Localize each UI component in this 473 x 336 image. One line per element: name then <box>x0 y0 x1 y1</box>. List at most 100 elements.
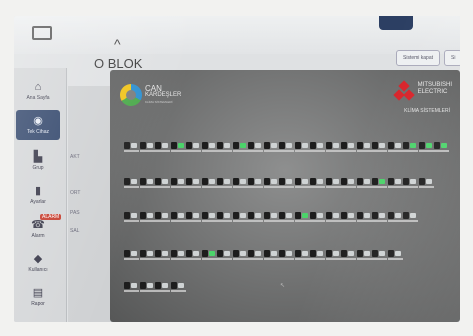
indoor-unit-icon[interactable] <box>341 250 357 261</box>
indoor-unit-icon[interactable] <box>325 142 342 153</box>
indoor-unit-icon[interactable] <box>139 178 156 189</box>
indoor-unit-icon[interactable] <box>139 282 156 293</box>
indoor-unit-icon[interactable] <box>310 142 326 153</box>
indoor-unit-icon[interactable] <box>186 212 202 223</box>
sidebar-item-device[interactable]: ◉ Tek Cihaz <box>16 110 60 140</box>
indoor-unit-icon[interactable] <box>170 212 187 223</box>
sidebar-item-report[interactable]: ▤ Rapor <box>16 282 60 312</box>
indoor-unit-icon[interactable] <box>294 178 311 189</box>
indoor-unit-icon[interactable] <box>124 178 140 189</box>
indoor-unit-icon[interactable] <box>186 250 202 261</box>
sidebar-item-label: Alarm <box>31 232 45 239</box>
indoor-unit-icon[interactable] <box>356 142 373 153</box>
top-menu-button[interactable] <box>379 16 413 30</box>
indoor-unit-icon[interactable] <box>232 250 249 261</box>
indoor-unit-icon[interactable] <box>201 212 218 223</box>
indoor-unit-icon[interactable] <box>263 212 280 223</box>
unit-row <box>124 142 454 156</box>
indoor-unit-icon[interactable] <box>186 178 202 189</box>
indoor-unit-icon[interactable] <box>155 178 171 189</box>
sidebar-item-alarm[interactable]: ALARM ☎ Alarm <box>16 214 62 244</box>
indoor-unit-icon[interactable] <box>248 142 264 153</box>
indoor-unit-icon[interactable] <box>263 178 280 189</box>
indoor-unit-icon[interactable] <box>139 250 156 261</box>
indoor-unit-icon[interactable] <box>201 250 218 261</box>
indoor-unit-icon[interactable] <box>310 212 326 223</box>
indoor-unit-icon[interactable] <box>248 250 264 261</box>
indoor-unit-icon[interactable] <box>139 142 156 153</box>
indoor-unit-icon[interactable] <box>279 250 295 261</box>
indoor-unit-icon[interactable] <box>124 250 140 261</box>
indoor-unit-icon[interactable] <box>124 212 140 223</box>
indoor-unit-icon[interactable] <box>418 178 435 189</box>
indoor-unit-icon[interactable] <box>372 178 388 189</box>
indoor-unit-icon[interactable] <box>170 178 187 189</box>
indoor-unit-icon[interactable] <box>387 178 404 189</box>
indoor-unit-icon[interactable] <box>155 142 171 153</box>
indoor-unit-icon[interactable] <box>372 142 388 153</box>
indoor-unit-icon[interactable] <box>232 212 249 223</box>
indoor-unit-icon[interactable] <box>294 250 311 261</box>
indoor-unit-icon[interactable] <box>232 178 249 189</box>
indoor-unit-icon[interactable] <box>217 250 233 261</box>
system-off-button[interactable]: Sistemi kapat <box>396 50 441 66</box>
indoor-unit-icon[interactable] <box>232 142 249 153</box>
indoor-unit-icon[interactable] <box>403 212 419 223</box>
indoor-unit-icon[interactable] <box>170 282 187 293</box>
indoor-unit-icon[interactable] <box>155 282 171 293</box>
indoor-unit-icon[interactable] <box>356 212 373 223</box>
indoor-unit-icon[interactable] <box>248 212 264 223</box>
indoor-unit-icon[interactable] <box>201 178 218 189</box>
indoor-unit-icon[interactable] <box>124 142 140 153</box>
indoor-unit-icon[interactable] <box>248 178 264 189</box>
system-button[interactable]: Si <box>444 50 460 66</box>
indoor-unit-icon[interactable] <box>325 178 342 189</box>
indoor-unit-icon[interactable] <box>124 282 140 293</box>
indoor-unit-icon[interactable] <box>387 212 404 223</box>
indoor-unit-icon[interactable] <box>403 178 419 189</box>
indoor-unit-icon[interactable] <box>372 212 388 223</box>
sidebar-item-user[interactable]: ◆ Kullanıcı <box>16 248 60 278</box>
mitsubishi-name-1: MITSUBISHI <box>417 82 452 88</box>
indoor-unit-icon[interactable] <box>294 212 311 223</box>
indoor-unit-icon[interactable] <box>170 250 187 261</box>
indoor-unit-icon[interactable] <box>434 142 450 153</box>
indoor-unit-icon[interactable] <box>310 250 326 261</box>
indoor-unit-icon[interactable] <box>403 142 419 153</box>
indoor-unit-icon[interactable] <box>279 178 295 189</box>
indoor-unit-icon[interactable] <box>341 212 357 223</box>
sidebar-item-group[interactable]: ▙ Grup <box>16 146 60 176</box>
indoor-unit-icon[interactable] <box>325 250 342 261</box>
floor-plan: CAN KARDEŞLER KLİMA SİSTEMLERİ MITSUBISH… <box>110 70 460 322</box>
indoor-unit-icon[interactable] <box>418 142 435 153</box>
indoor-unit-icon[interactable] <box>139 212 156 223</box>
indoor-unit-icon[interactable] <box>341 178 357 189</box>
mitsubishi-logo-icon <box>392 80 415 101</box>
indoor-unit-icon[interactable] <box>325 212 342 223</box>
indoor-unit-icon[interactable] <box>279 212 295 223</box>
can-name-1: CAN <box>145 83 162 93</box>
photo-frame: ^ O BLOK Sistemi kapat Si ⌂ Ana Sayfa ◉ … <box>14 16 460 322</box>
chevron-up-icon[interactable]: ^ <box>114 36 121 52</box>
indoor-unit-icon[interactable] <box>155 212 171 223</box>
indoor-unit-icon[interactable] <box>310 178 326 189</box>
sidebar-item-home[interactable]: ⌂ Ana Sayfa <box>16 76 60 106</box>
indoor-unit-icon[interactable] <box>387 250 404 261</box>
indoor-unit-icon[interactable] <box>341 142 357 153</box>
indoor-unit-icon[interactable] <box>186 142 202 153</box>
indoor-unit-icon[interactable] <box>263 142 280 153</box>
indoor-unit-icon[interactable] <box>217 142 233 153</box>
indoor-unit-icon[interactable] <box>356 178 373 189</box>
indoor-unit-icon[interactable] <box>217 178 233 189</box>
indoor-unit-icon[interactable] <box>217 212 233 223</box>
indoor-unit-icon[interactable] <box>263 250 280 261</box>
sidebar-item-settings[interactable]: ▮ Ayarlar <box>16 180 60 210</box>
indoor-unit-icon[interactable] <box>294 142 311 153</box>
indoor-unit-icon[interactable] <box>155 250 171 261</box>
indoor-unit-icon[interactable] <box>356 250 373 261</box>
indoor-unit-icon[interactable] <box>372 250 388 261</box>
indoor-unit-icon[interactable] <box>387 142 404 153</box>
indoor-unit-icon[interactable] <box>170 142 187 153</box>
indoor-unit-icon[interactable] <box>201 142 218 153</box>
indoor-unit-icon[interactable] <box>279 142 295 153</box>
